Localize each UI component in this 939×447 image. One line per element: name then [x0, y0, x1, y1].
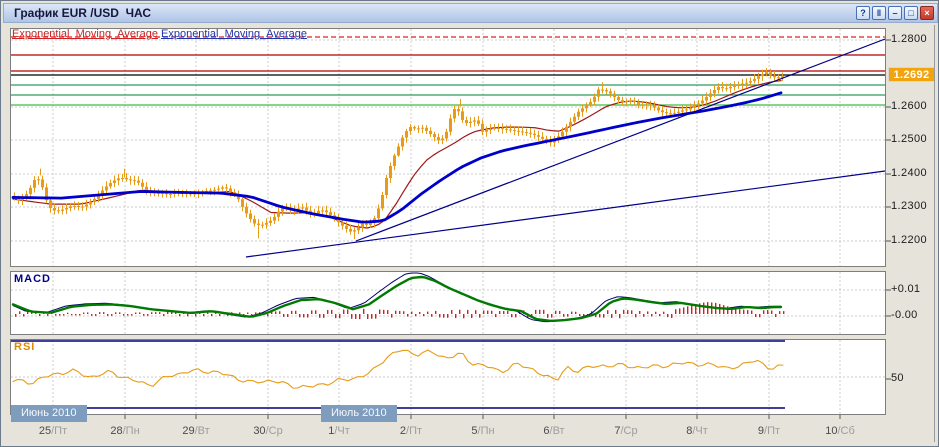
x-axis-label: 1/Чт	[328, 425, 350, 437]
price-axis-label: 1.2800	[891, 33, 927, 45]
indicator-label-1: Exponential_Moving_Average	[161, 28, 307, 40]
help-button[interactable]: ?	[856, 6, 870, 20]
price-axis-label: 1.2400	[891, 167, 927, 179]
x-axis-label: 8/Чт	[686, 425, 708, 437]
rsi-label: RSI	[14, 341, 35, 353]
macd-panel[interactable]	[10, 271, 886, 335]
chart-window: График EUR /USD ЧАС ?‖–□× MACD RSI 1.269…	[0, 0, 939, 447]
x-axis-label: 30/Ср	[253, 425, 282, 437]
tile-button[interactable]: ‖	[872, 6, 886, 20]
minimize-button[interactable]: –	[888, 6, 902, 20]
price-axis-label: 1.2300	[891, 200, 927, 212]
close-button[interactable]: ×	[920, 6, 934, 20]
current-price-badge: 1.2692	[888, 67, 935, 82]
macd-label: MACD	[14, 273, 51, 285]
x-axis-label: 7/Ср	[614, 425, 637, 437]
macd-axis-label: +0.01	[891, 283, 920, 295]
price-axis-label: 1.2500	[891, 133, 927, 145]
window-title: График EUR /USD ЧАС	[7, 6, 151, 20]
x-axis-label: 2/Пт	[400, 425, 422, 437]
rsi-panel[interactable]	[10, 339, 886, 415]
x-axis-label: 29/Вт	[182, 425, 209, 437]
maximize-button[interactable]: □	[904, 6, 918, 20]
x-axis-label: 25/Пт	[39, 425, 67, 437]
rsi-axis-label: 50	[891, 372, 904, 384]
macd-axis-label: -0.00	[891, 309, 918, 321]
main-chart-panel[interactable]	[10, 28, 886, 267]
x-axis-label: 5/Пн	[471, 425, 494, 437]
titlebar[interactable]: График EUR /USD ЧАС ?‖–□×	[3, 3, 938, 23]
x-axis-label: 9/Пт	[758, 425, 780, 437]
x-axis-label: 10/Сб	[825, 425, 855, 437]
price-axis-label: 1.2200	[891, 234, 927, 246]
price-axis-label: 1.2600	[891, 100, 927, 112]
month-badge: Июль 2010	[321, 405, 397, 422]
titlebar-buttons: ?‖–□×	[856, 6, 934, 20]
right-frame-divider	[934, 25, 935, 442]
x-axis-label: 28/Пн	[110, 425, 139, 437]
x-axis-label: 6/Вт	[543, 425, 564, 437]
month-badge: Июнь 2010	[11, 405, 87, 422]
indicator-label-0: Exponential_Moving_Average	[12, 28, 158, 40]
